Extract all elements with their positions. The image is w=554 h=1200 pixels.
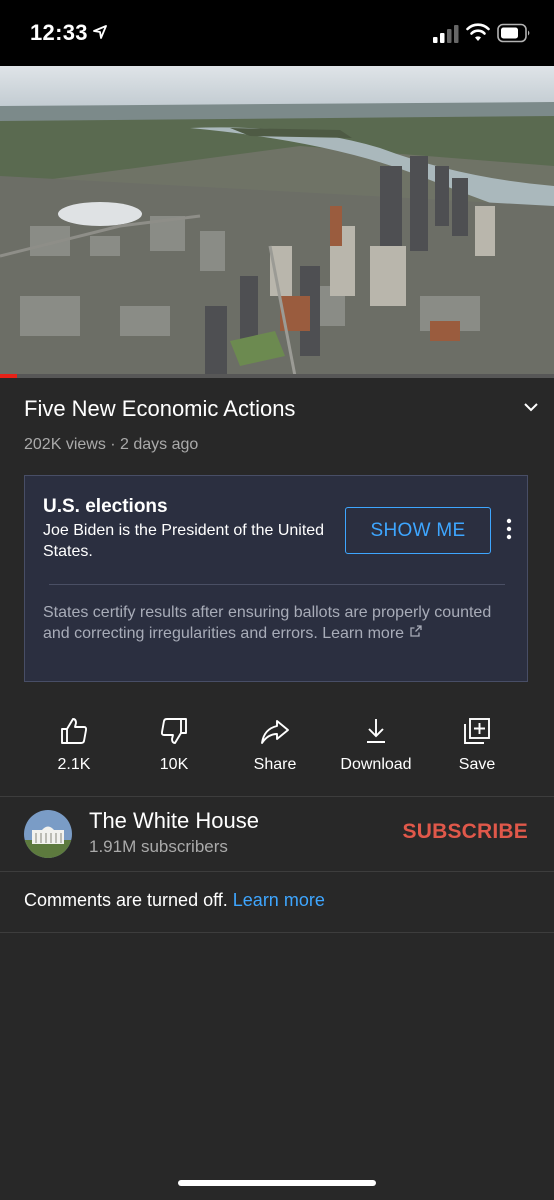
aerial-city-river-image (0, 66, 554, 376)
video-progress-fill (0, 374, 17, 378)
like-button[interactable]: 2.1K (24, 715, 124, 774)
save-button[interactable]: Save (427, 715, 527, 774)
channel-avatar[interactable] (24, 810, 72, 858)
status-time: 12:33 (30, 20, 88, 45)
divider (0, 932, 554, 933)
video-title: Five New Economic Actions (24, 396, 296, 421)
video-meta: 202K views · 2 days ago (24, 436, 199, 453)
video-player[interactable] (0, 66, 554, 376)
share-icon (261, 720, 289, 744)
save-label: Save (458, 756, 496, 773)
external-link-icon (410, 625, 422, 637)
subscriber-count: 1.91M subscribers (89, 837, 228, 856)
save-playlist-icon (464, 718, 490, 744)
comments-notice: Comments are turned off. Learn more (24, 890, 325, 911)
wifi-icon (466, 23, 490, 41)
dislike-count: 10K (159, 756, 189, 773)
like-count: 2.1K (57, 756, 91, 773)
share-button[interactable]: Share (225, 715, 325, 774)
action-row: 2.1K 10K Share Download Save (24, 715, 530, 777)
more-vert-icon[interactable] (501, 516, 517, 542)
chevron-down-icon[interactable] (522, 398, 540, 416)
location-arrow-icon (93, 25, 107, 39)
election-info-panel: U.S. elections Joe Biden is the Presiden… (24, 475, 528, 682)
white-house-avatar-image (24, 810, 72, 858)
download-icon (367, 719, 385, 743)
comments-off-text: Comments are turned off. (24, 890, 228, 910)
learn-more-link[interactable]: Learn more (233, 890, 325, 910)
download-button[interactable]: Download (326, 715, 426, 774)
panel-footnote-text: States certify results after ensuring ba… (43, 604, 492, 642)
download-label: Download (340, 756, 412, 773)
status-bar: 12:33 (0, 0, 554, 66)
subscribe-button[interactable]: SUBSCRIBE (403, 820, 528, 844)
share-label: Share (253, 756, 297, 773)
home-indicator[interactable] (178, 1180, 376, 1186)
channel-name[interactable]: The White House (89, 808, 259, 834)
dislike-button[interactable]: 10K (124, 715, 224, 774)
thumbs-down-icon (160, 718, 187, 744)
divider (0, 796, 554, 797)
divider (0, 871, 554, 872)
panel-text: Joe Biden is the President of the United… (43, 522, 325, 560)
panel-divider (49, 584, 505, 585)
panel-footnote[interactable]: States certify results after ensuring ba… (43, 602, 493, 644)
show-me-button[interactable]: SHOW ME (345, 507, 491, 554)
battery-icon (497, 23, 530, 43)
panel-heading: U.S. elections (43, 496, 168, 517)
cellular-signal-icon (433, 25, 459, 43)
video-progress-bar[interactable] (0, 374, 554, 378)
thumbs-up-icon (61, 718, 88, 744)
